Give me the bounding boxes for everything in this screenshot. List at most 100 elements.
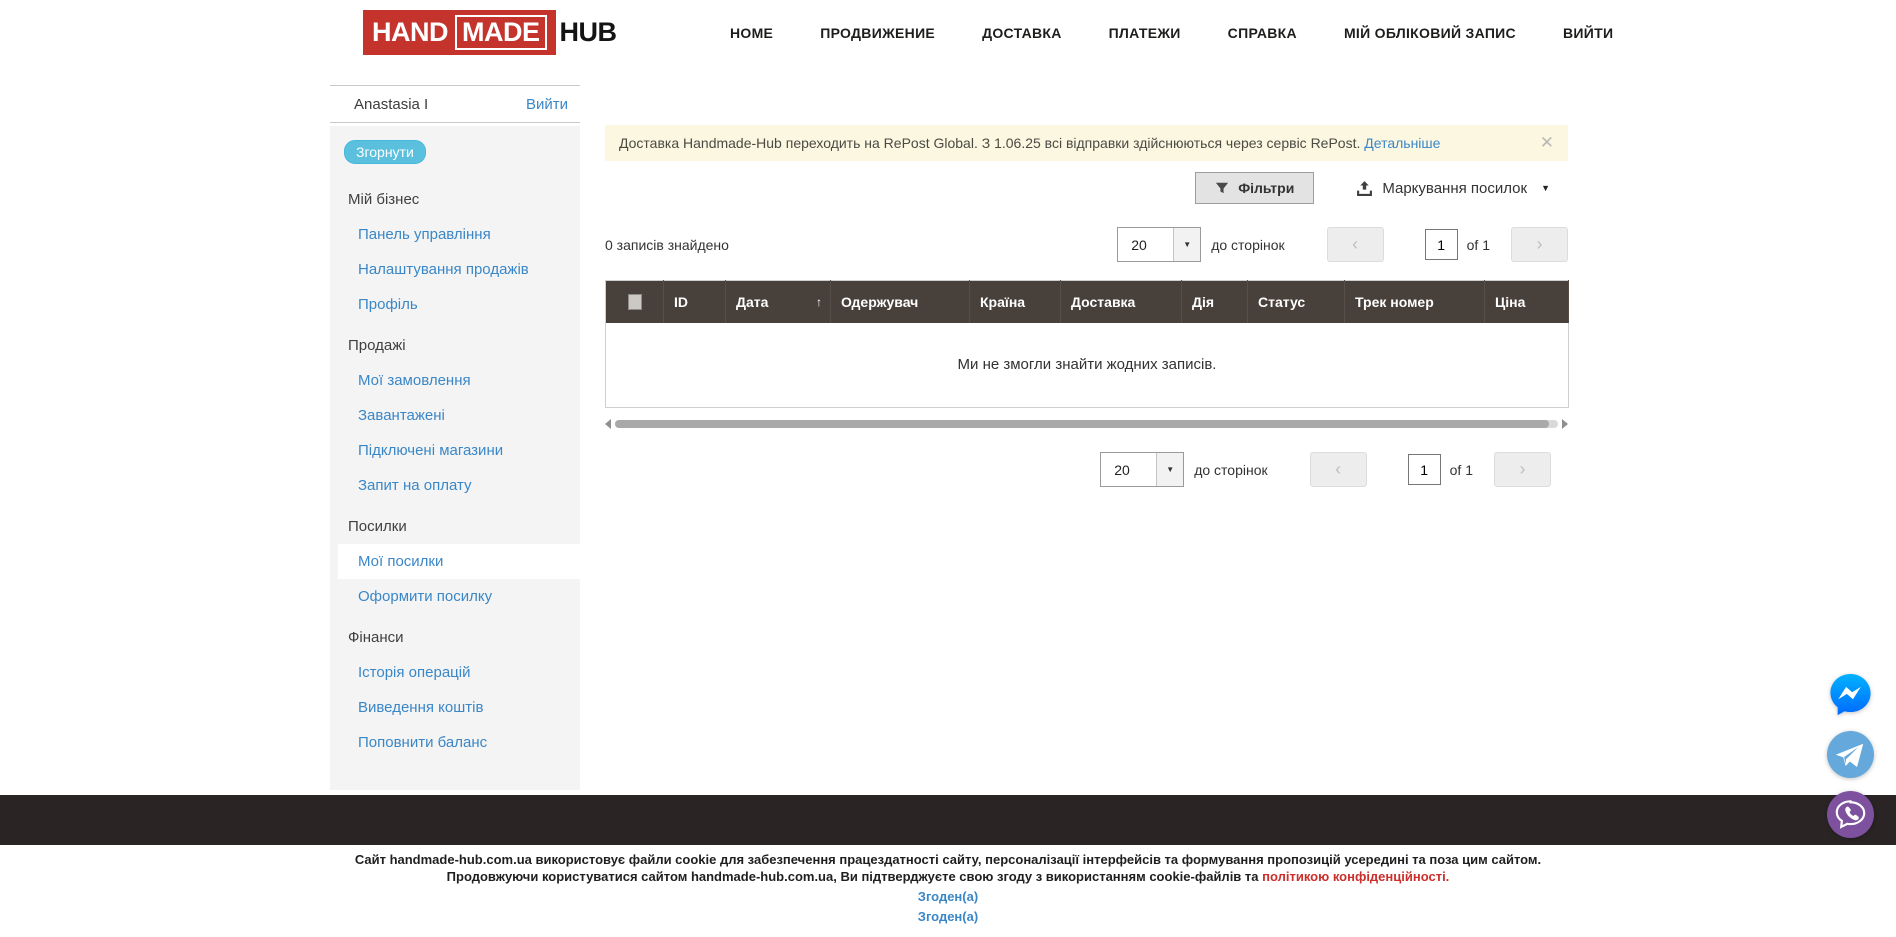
column-price[interactable]: Ціна: [1485, 281, 1569, 323]
records-found-text: 0 записів знайдено: [605, 237, 729, 253]
viber-icon: [1827, 791, 1874, 838]
telegram-icon: [1827, 731, 1874, 778]
sidebar-section-finance: Фінанси: [330, 620, 580, 655]
sort-asc-icon: ↑: [816, 295, 822, 309]
logo-hub: HUB: [560, 17, 617, 48]
page-number-input-bottom[interactable]: [1408, 454, 1441, 485]
agree-link-2[interactable]: Згоден(а): [0, 908, 1896, 925]
nav-signout[interactable]: ВИЙТИ: [1563, 25, 1613, 41]
column-action[interactable]: Дія: [1182, 281, 1248, 323]
filters-button-label: Фільтри: [1238, 180, 1294, 196]
sidebar-item-dashboard[interactable]: Панель управління: [330, 217, 580, 252]
scrollbar-thumb[interactable]: [615, 420, 1549, 428]
sidebar-item-my-orders[interactable]: Мої замовлення: [330, 363, 580, 398]
footer: Сайт handmade-hub.com.ua використовує фа…: [0, 851, 1896, 925]
toolbar: Фільтри Маркування посилок ▼: [605, 172, 1568, 204]
dropdown-arrow-icon-bottom: ▼: [1156, 453, 1183, 486]
page-size-select-bottom[interactable]: 20 ▼: [1100, 452, 1184, 487]
table-header-row: ID Дата ↑ Одержувач Країна Доставка Дія С…: [606, 281, 1569, 323]
column-track-number[interactable]: Трек номер: [1345, 281, 1485, 323]
sidebar: Anastasia I Вийти Згорнути Мій бізнес Па…: [330, 66, 580, 790]
dropdown-arrow-icon: ▼: [1173, 228, 1200, 261]
notification-banner: Доставка Handmade-Hub переходить на RePo…: [605, 125, 1568, 161]
messenger-button[interactable]: [1827, 671, 1874, 718]
next-page-button-bottom[interactable]: ›: [1494, 452, 1551, 487]
banner-text: Доставка Handmade-Hub переходить на RePo…: [619, 135, 1360, 151]
user-row: Anastasia I Вийти: [330, 85, 580, 123]
filters-button[interactable]: Фільтри: [1195, 172, 1314, 204]
privacy-policy-link[interactable]: політикою конфіденційності.: [1262, 869, 1449, 884]
nav-home[interactable]: HOME: [730, 25, 773, 41]
per-page-label: до сторінок: [1211, 237, 1284, 253]
content-area: Anastasia I Вийти Згорнути Мій бізнес Па…: [0, 66, 1896, 795]
main-panel: Доставка Handmade-Hub переходить на RePo…: [605, 66, 1568, 487]
column-status[interactable]: Статус: [1248, 281, 1345, 323]
parcels-table: ID Дата ↑ Одержувач Країна Доставка Дія С…: [605, 280, 1569, 408]
column-delivery[interactable]: Доставка: [1061, 281, 1182, 323]
chevron-down-icon: ▼: [1541, 183, 1550, 193]
main-nav: HOME ПРОДВИЖЕНИЕ ДОСТАВКА ПЛАТЕЖИ СПРАВК…: [730, 0, 1613, 66]
pagination-top: 20 ▼ до сторінок ‹ of 1 ›: [1117, 227, 1568, 262]
nav-account[interactable]: МІЙ ОБЛІКОВИЙ ЗАПИС: [1344, 25, 1516, 41]
sidebar-section-sales: Продажі: [330, 328, 580, 363]
per-page-label-bottom: до сторінок: [1194, 462, 1267, 478]
nav-promotion[interactable]: ПРОДВИЖЕНИЕ: [820, 25, 935, 41]
nav-help[interactable]: СПРАВКА: [1228, 25, 1297, 41]
sidebar-item-transaction-history[interactable]: Історія операцій: [330, 655, 580, 690]
sidebar-item-profile[interactable]: Профіль: [330, 287, 580, 322]
nav-delivery[interactable]: ДОСТАВКА: [982, 25, 1062, 41]
column-date[interactable]: Дата ↑: [726, 281, 831, 323]
horizontal-scrollbar: [605, 419, 1568, 429]
header: HANDMADE HUB HOME ПРОДВИЖЕНИЕ ДОСТАВКА П…: [0, 0, 1896, 66]
close-icon[interactable]: ✕: [1540, 133, 1554, 153]
messenger-icon: [1827, 671, 1874, 718]
viber-button[interactable]: [1827, 791, 1874, 838]
sidebar-item-top-up-balance[interactable]: Поповнити баланс: [330, 725, 580, 760]
empty-message: Ми не змогли знайти жодних записів.: [606, 323, 1569, 408]
empty-row: Ми не змогли знайти жодних записів.: [606, 323, 1569, 408]
column-date-label: Дата: [736, 294, 768, 310]
agree-link-1[interactable]: Згоден(а): [0, 888, 1896, 905]
sidebar-section-my-business: Мій бізнес: [330, 182, 580, 217]
nav-payments[interactable]: ПЛАТЕЖИ: [1109, 25, 1181, 41]
sidebar-item-create-parcel[interactable]: Оформити посилку: [330, 579, 580, 614]
pagination-bottom-wrap: 20 ▼ до сторінок ‹ of 1 ›: [605, 452, 1568, 487]
prev-page-button-bottom[interactable]: ‹: [1310, 452, 1367, 487]
sidebar-item-uploaded[interactable]: Завантажені: [330, 398, 580, 433]
page-number-input[interactable]: [1425, 229, 1458, 260]
count-row: 0 записів знайдено 20 ▼ до сторінок ‹ of…: [605, 227, 1568, 262]
next-page-button[interactable]: ›: [1511, 227, 1568, 262]
column-id[interactable]: ID: [664, 281, 726, 323]
column-recipient[interactable]: Одержувач: [831, 281, 970, 323]
scrollbar-track[interactable]: [615, 420, 1558, 428]
user-name: Anastasia I: [354, 96, 428, 113]
sidebar-item-withdraw-funds[interactable]: Виведення коштів: [330, 690, 580, 725]
page-size-value: 20: [1118, 228, 1173, 261]
sidebar-item-sales-settings[interactable]: Налаштування продажів: [330, 252, 580, 287]
logo-red-box: HANDMADE: [363, 10, 556, 55]
banner-details-link[interactable]: Детальніше: [1364, 135, 1440, 151]
collapse-button[interactable]: Згорнути: [344, 140, 426, 164]
filter-funnel-icon: [1215, 181, 1229, 195]
page-size-value-bottom: 20: [1101, 453, 1156, 486]
page-size-select[interactable]: 20 ▼: [1117, 227, 1201, 262]
column-country[interactable]: Країна: [970, 281, 1061, 323]
header-checkbox-cell: [606, 281, 664, 323]
cookie-text-line1: Сайт handmade-hub.com.ua використовує фа…: [0, 851, 1896, 868]
prev-page-button[interactable]: ‹: [1327, 227, 1384, 262]
scroll-left-arrow[interactable]: [605, 419, 611, 429]
logout-link[interactable]: Вийти: [526, 96, 568, 113]
pagination-bottom: 20 ▼ до сторінок ‹ of 1 ›: [1100, 452, 1551, 487]
sidebar-item-connected-shops[interactable]: Підключені магазини: [330, 433, 580, 468]
parcel-marking-label: Маркування посилок: [1382, 180, 1527, 197]
sidebar-item-my-parcels[interactable]: Мої посилки: [338, 544, 580, 579]
sidebar-section-parcels: Посилки: [330, 509, 580, 544]
select-all-checkbox[interactable]: [628, 294, 642, 310]
cookie-text-line2-prefix: Продовжуючи користуватися сайтом handmad…: [447, 869, 1262, 884]
telegram-button[interactable]: [1827, 731, 1874, 778]
sidebar-item-payment-request[interactable]: Запит на оплату: [330, 468, 580, 503]
sidebar-panel: Згорнути Мій бізнес Панель управління На…: [330, 126, 580, 790]
parcel-marking-button[interactable]: Маркування посилок ▼: [1356, 180, 1550, 197]
scroll-right-arrow[interactable]: [1562, 419, 1568, 429]
logo[interactable]: HANDMADE HUB: [363, 10, 617, 55]
